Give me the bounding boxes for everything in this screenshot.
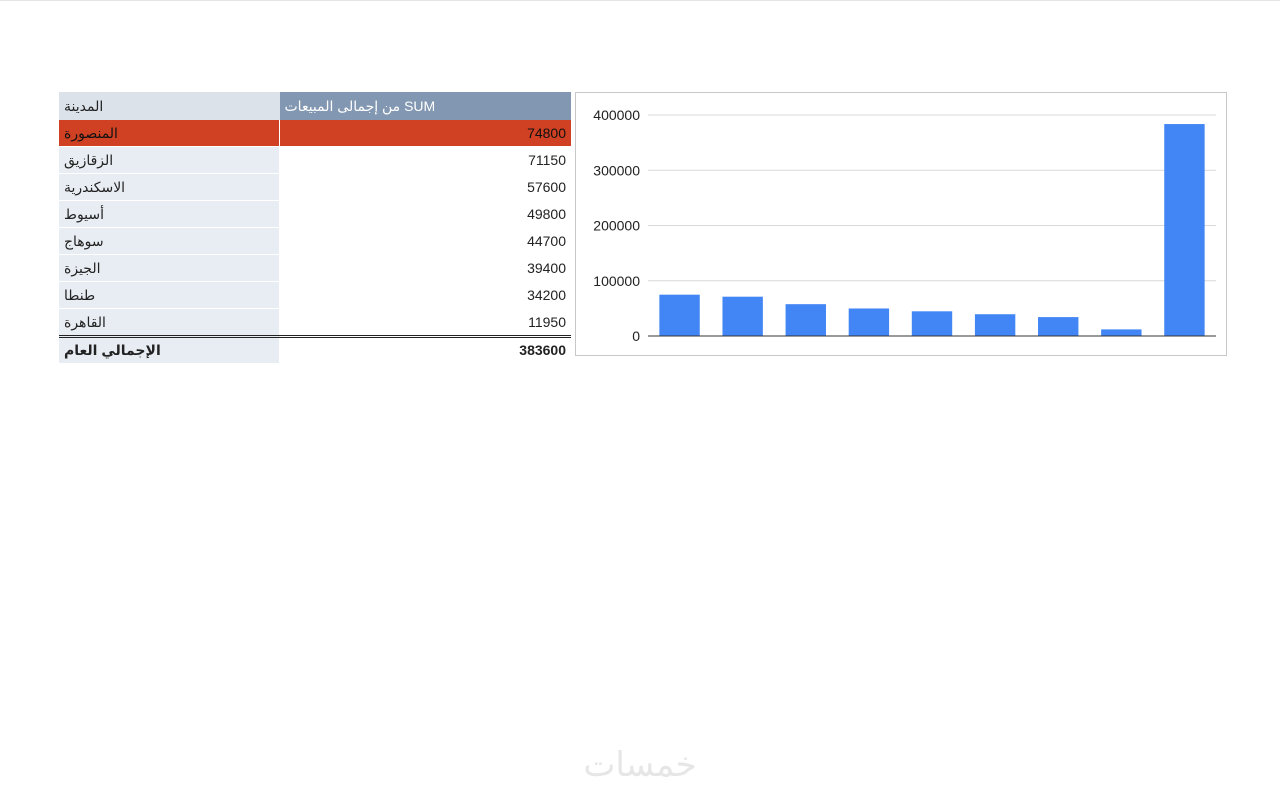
- page: المدينة SUM من إجمالى المبيعات المنصورة …: [0, 0, 1280, 800]
- header-city[interactable]: المدينة: [59, 92, 280, 120]
- bar[interactable]: [722, 296, 763, 336]
- bar[interactable]: [1164, 124, 1205, 336]
- y-tick-label: 100000: [593, 273, 640, 289]
- bar[interactable]: [848, 308, 890, 336]
- table-row[interactable]: الاسكندرية 57600: [59, 173, 571, 201]
- table-row[interactable]: الجيزة 39400: [59, 254, 571, 282]
- table-row[interactable]: القاهرة 11950: [59, 308, 571, 337]
- grand-total-row[interactable]: الإجمالي العام 383600: [59, 335, 571, 363]
- table-row[interactable]: طنطا 34200: [59, 281, 571, 309]
- y-tick-label: 200000: [593, 218, 640, 234]
- pivot-header-row: المدينة SUM من إجمالى المبيعات: [59, 92, 571, 120]
- table-row[interactable]: الزقازيق 71150: [59, 146, 571, 174]
- city-cell: الزقازيق: [59, 146, 280, 174]
- grand-total-value: 383600: [279, 335, 571, 363]
- y-tick-label: 0: [632, 328, 640, 344]
- city-cell: طنطا: [59, 281, 280, 309]
- city-cell: أسيوط: [59, 200, 280, 228]
- city-cell: المنصورة: [59, 120, 280, 147]
- city-cell: القاهرة: [59, 308, 280, 337]
- city-cell: سوهاج: [59, 227, 280, 255]
- city-cell: الجيزة: [59, 254, 280, 282]
- header-sum-sales[interactable]: SUM من إجمالى المبيعات: [279, 92, 571, 120]
- watermark-logo: خمسات: [583, 745, 697, 785]
- bar-chart[interactable]: 0 100000 200000 300000 400000: [575, 92, 1227, 356]
- value-cell: 74800: [279, 120, 571, 147]
- y-tick-label: 300000: [593, 162, 640, 178]
- bar[interactable]: [911, 311, 953, 336]
- pivot-table: المدينة SUM من إجمالى المبيعات المنصورة …: [59, 92, 571, 363]
- table-row[interactable]: أسيوط 49800: [59, 200, 571, 228]
- bar[interactable]: [1101, 329, 1142, 336]
- bar[interactable]: [785, 304, 826, 336]
- value-cell: 34200: [279, 281, 571, 309]
- bar-chart-svg: 0 100000 200000 300000 400000: [593, 107, 1216, 344]
- table-row[interactable]: المنصورة 74800: [59, 120, 571, 147]
- bar[interactable]: [659, 294, 700, 336]
- value-cell: 57600: [279, 173, 571, 201]
- grand-total-label: الإجمالي العام: [59, 335, 280, 363]
- y-tick-label: 400000: [593, 107, 640, 123]
- top-divider: [0, 0, 1280, 1]
- value-cell: 49800: [279, 200, 571, 228]
- value-cell: 39400: [279, 254, 571, 282]
- bar[interactable]: [974, 314, 1016, 336]
- bar[interactable]: [1038, 317, 1079, 336]
- table-row[interactable]: سوهاج 44700: [59, 227, 571, 255]
- city-cell: الاسكندرية: [59, 173, 280, 201]
- value-cell: 44700: [279, 227, 571, 255]
- value-cell: 11950: [279, 308, 571, 337]
- value-cell: 71150: [279, 146, 571, 174]
